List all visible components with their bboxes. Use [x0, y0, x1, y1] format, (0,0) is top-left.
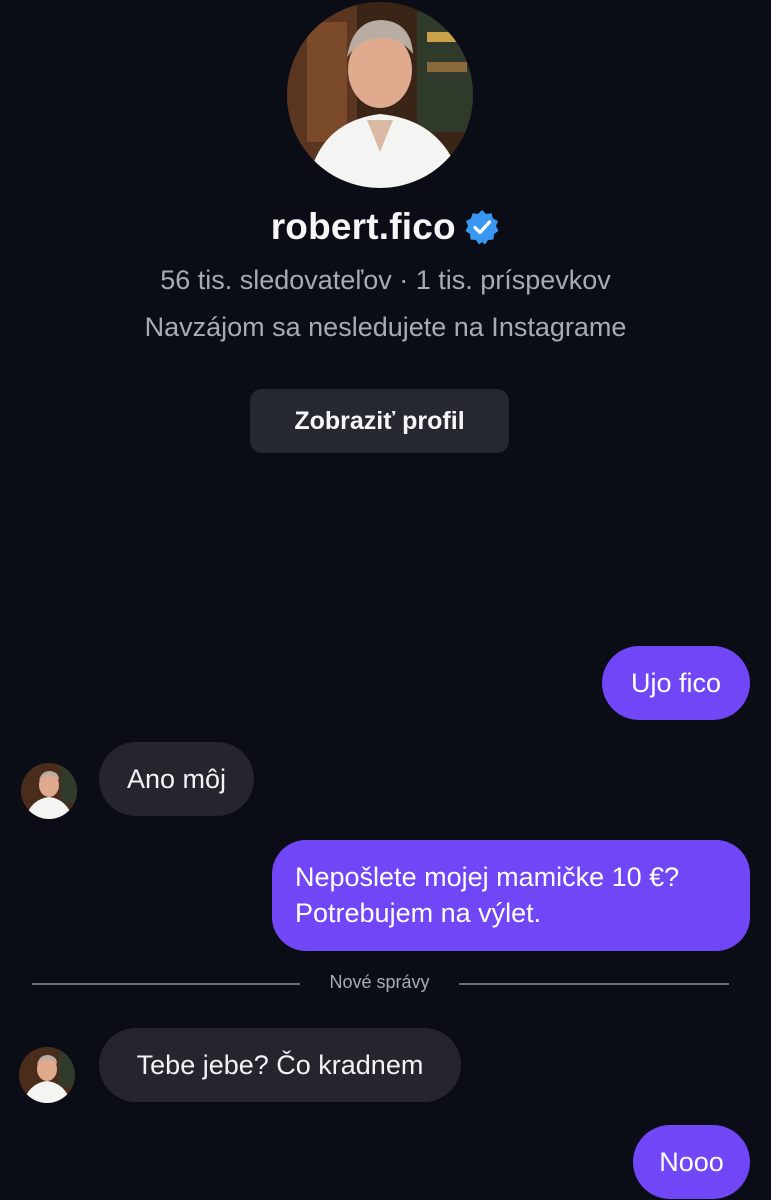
username-row: robert.fico: [0, 206, 771, 248]
message-text: Ano môj: [126, 764, 227, 794]
divider-line: [32, 983, 300, 985]
verified-badge-icon: [464, 209, 500, 245]
divider-line: [459, 983, 729, 985]
profile-username[interactable]: robert.fico: [271, 206, 456, 248]
view-profile-button[interactable]: Zobraziť profil: [250, 389, 509, 453]
new-messages-divider-label: Nové správy: [329, 972, 430, 992]
incoming-message-bubble[interactable]: Tebe jebe? Čo kradnem: [99, 1028, 461, 1102]
sender-avatar[interactable]: [21, 763, 77, 819]
incoming-message-bubble[interactable]: Ano môj: [99, 742, 254, 816]
profile-avatar[interactable]: [287, 2, 473, 188]
message-text: Nooo: [659, 1147, 724, 1177]
message-text: Ujo fico: [630, 668, 722, 698]
outgoing-message-bubble[interactable]: Ujo fico: [602, 646, 750, 720]
message-text-line: Nepošlete mojej mamičke 10 €?: [295, 862, 680, 892]
message-text-line: Potrebujem na výlet.: [295, 898, 542, 928]
sender-avatar[interactable]: [19, 1047, 75, 1103]
chat-screen: robert.fico 56 tis. sledovateľov · 1 tis…: [0, 0, 771, 1200]
mutual-follow-status: Navzájom sa nesledujete na Instagrame: [144, 312, 627, 342]
outgoing-message-bubble[interactable]: Nepošlete mojej mamičke 10 €? Potrebujem…: [272, 840, 750, 951]
outgoing-message-bubble[interactable]: Nooo: [633, 1125, 750, 1199]
message-text: Tebe jebe? Čo kradnem: [136, 1050, 424, 1080]
profile-stats: 56 tis. sledovateľov · 1 tis. príspevkov: [160, 265, 611, 295]
